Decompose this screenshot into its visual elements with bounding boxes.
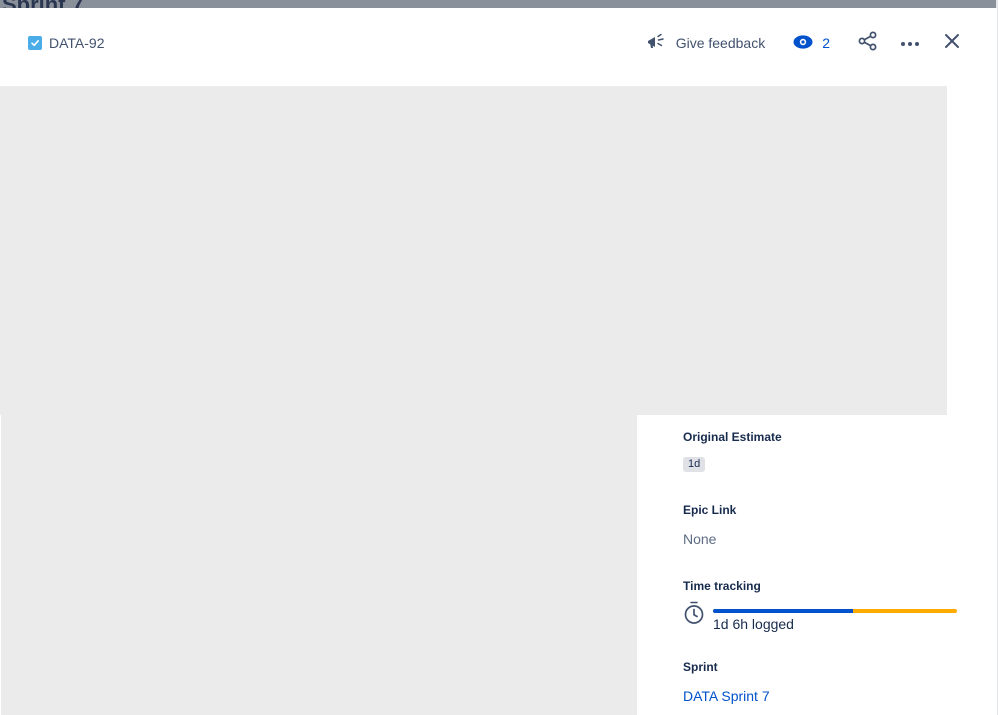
megaphone-icon [646, 33, 666, 54]
eye-icon [793, 34, 813, 52]
more-actions-button[interactable] [897, 30, 923, 56]
epic-link-label: Epic Link [683, 503, 737, 517]
description-placeholder [0, 415, 637, 715]
header-actions: Give feedback 2 [646, 28, 965, 58]
sprint-link[interactable]: DATA Sprint 7 [683, 687, 770, 705]
give-feedback-label: Give feedback [675, 35, 766, 51]
original-estimate-field: Original Estimate 1d [683, 430, 973, 472]
epic-link-value[interactable]: None [683, 530, 973, 548]
content-placeholder [0, 86, 947, 415]
original-estimate-value[interactable]: 1d [683, 457, 706, 472]
checkbox-icon [28, 36, 42, 50]
sprint-label: Sprint [683, 660, 718, 674]
time-logged-text: 1d 6h logged [713, 616, 794, 632]
time-tracking-field: Time tracking 1d 6h logged [683, 579, 973, 633]
close-button[interactable] [939, 30, 965, 56]
issue-key-label: DATA-92 [49, 35, 105, 51]
watch-button[interactable]: 2 [793, 34, 830, 52]
time-tracking-bar [713, 609, 957, 613]
original-estimate-label: Original Estimate [683, 430, 782, 444]
share-button[interactable] [855, 30, 881, 56]
close-icon [944, 33, 960, 54]
watchers-count: 2 [822, 35, 830, 51]
stopwatch-icon [683, 601, 705, 630]
issue-key-link[interactable]: DATA-92 [28, 34, 105, 52]
time-logged-fill [713, 609, 854, 613]
sprint-field: Sprint DATA Sprint 7 [683, 660, 973, 706]
give-feedback-button[interactable]: Give feedback [646, 33, 766, 54]
time-tracking-label: Time tracking [683, 579, 761, 593]
epic-link-field: Epic Link None [683, 503, 973, 548]
modal-header: DATA-92 Give feedback 2 [0, 8, 997, 78]
details-panel: Original Estimate 1d Epic Link None Time… [683, 430, 973, 706]
share-icon [858, 31, 878, 56]
time-tracking-control[interactable]: 1d 6h logged [683, 601, 973, 633]
issue-modal: DATA-92 Give feedback 2 Original Estimat… [0, 8, 997, 715]
more-icon [900, 34, 920, 52]
time-tracking-progress: 1d 6h logged [713, 601, 957, 633]
